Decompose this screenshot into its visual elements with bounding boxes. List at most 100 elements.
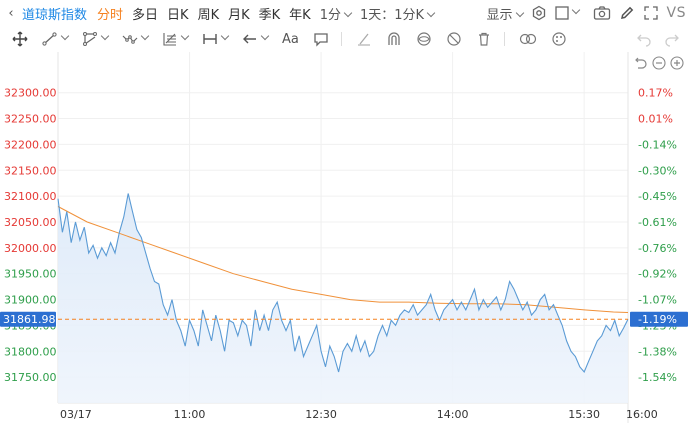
left-price-axis: 32300.00 32250.00 32200.00 32150.00 32100.00… [4, 87, 57, 384]
tab-monthly-k[interactable]: 月K [228, 4, 250, 23]
redo-icon[interactable] [664, 31, 680, 47]
interval-select[interactable]: 1分 [319, 4, 353, 23]
hide-drawings-tool[interactable] [416, 31, 432, 47]
tab-weekly-k[interactable]: 周K [198, 4, 220, 23]
right-percent-axis: 0.17% 0.01% -0.14% -0.30% -0.45% -0.61% -0.76%… [638, 87, 677, 384]
eraser-icon [357, 33, 370, 46]
y-tick-pct-label: 0.01% [638, 113, 673, 126]
undo-icon[interactable] [636, 31, 652, 47]
y-tick-label: 31950.00 [4, 268, 57, 281]
polyline-tool-icon [83, 32, 97, 46]
lock-drawings-tool[interactable] [446, 31, 462, 47]
current-pct-label: -1.19% [638, 313, 677, 326]
settings-icon[interactable] [531, 5, 547, 21]
square-icon [554, 6, 569, 20]
y-tick-pct-label: -0.76% [638, 242, 677, 255]
display-select-value: 显示 [486, 7, 513, 23]
comment-icon [314, 33, 328, 47]
y-tick-label: 32050.00 [4, 216, 57, 229]
pen-icon[interactable] [619, 5, 635, 21]
chevron-down-icon [343, 8, 353, 17]
chevron-down-icon [220, 31, 230, 41]
wave-tool-icon [122, 35, 138, 44]
tab-multi-day[interactable]: 多日 [132, 4, 158, 23]
topbar-right-tools: 显示 VS [487, 0, 686, 26]
magnet-tool[interactable] [386, 31, 402, 47]
y-tick-pct-label: -0.45% [638, 190, 677, 203]
layout-select[interactable] [554, 5, 580, 20]
chevron-down-icon [571, 5, 580, 15]
top-toolbar: ‹ 道琼斯指数 分时 多日 日K 周K 月K 季K 年K 1分 1天：1分K 显… [0, 0, 690, 26]
fullscreen-icon[interactable] [643, 5, 659, 21]
drawing-toolbar: Aa [0, 26, 690, 52]
measure-tool-icon [203, 34, 217, 44]
measure-tool[interactable] [202, 31, 230, 47]
y-tick-label: 31750.00 [4, 371, 57, 384]
fib-tool-icon [163, 33, 176, 46]
toolbar-divider [340, 32, 342, 46]
x-tick-label: 11:00 [174, 408, 206, 421]
y-tick-label: 32150.00 [4, 164, 57, 177]
polyline-tool[interactable] [82, 31, 110, 47]
wave-tool[interactable] [122, 31, 150, 47]
fib-tool[interactable] [162, 31, 190, 47]
chevron-down-icon [180, 31, 190, 41]
y-tick-pct-label: -1.07% [638, 294, 677, 307]
line-tool[interactable] [42, 31, 70, 47]
x-tick-label: 12:30 [305, 408, 337, 421]
y-tick-label: 32200.00 [4, 138, 57, 151]
y-tick-pct-label: -0.61% [638, 216, 677, 229]
comment-tool[interactable] [313, 31, 329, 47]
y-tick-label: 31800.00 [4, 345, 57, 358]
eraser-tool[interactable] [356, 31, 372, 47]
toolbar-divider [503, 32, 505, 46]
y-tick-pct-label: -1.54% [638, 371, 677, 384]
y-tick-label: 31900.00 [4, 294, 57, 307]
y-tick-pct-label: -0.30% [638, 164, 677, 177]
camera-icon[interactable] [593, 5, 611, 21]
x-tick-label: 03/17 [60, 408, 92, 421]
index-title: 道琼斯指数 [22, 7, 88, 23]
compare-vs-button[interactable]: VS [667, 5, 686, 21]
range-select[interactable]: 1天：1分K [360, 4, 436, 23]
chevron-down-icon [100, 31, 110, 41]
interval-select-value: 1分 [319, 7, 341, 23]
arrow-tool-icon [243, 34, 256, 44]
chevron-down-icon [426, 8, 436, 17]
chevron-down-icon [60, 31, 70, 41]
current-price-label: 31861.98 [3, 313, 56, 326]
theme-tool[interactable] [551, 31, 567, 47]
x-tick-label: 16:00 [626, 408, 658, 421]
y-tick-label: 32100.00 [4, 190, 57, 203]
time-axis: 03/17 11:00 12:30 14:00 15:30 16:00 [60, 408, 658, 421]
crosshair-icon [12, 31, 28, 47]
display-select[interactable]: 显示 [486, 4, 524, 23]
y-tick-label: 32300.00 [4, 87, 57, 100]
theme-icon [552, 32, 566, 46]
trash-icon [478, 32, 489, 46]
magnet-icon [388, 32, 400, 45]
y-tick-pct-label: -0.92% [638, 268, 677, 281]
y-tick-pct-label: -0.14% [638, 138, 677, 151]
compare-icon [519, 33, 536, 45]
visibility-off-icon [447, 32, 461, 46]
tab-fenshi[interactable]: 分时 [97, 4, 123, 23]
tab-quarterly-k[interactable]: 季K [259, 4, 281, 23]
intraday-chart[interactable]: 32300.00 32250.00 32200.00 32150.00 32100.00… [0, 52, 690, 436]
x-tick-label: 14:00 [437, 408, 469, 421]
compare-tool[interactable] [519, 31, 537, 47]
eye-hide-icon [417, 32, 431, 46]
text-tool[interactable]: Aa [282, 32, 299, 47]
y-tick-label: 32000.00 [4, 242, 57, 255]
arrow-tool[interactable] [242, 31, 270, 47]
tab-yearly-k[interactable]: 年K [289, 4, 311, 23]
line-tool-icon [42, 32, 57, 46]
tab-daily-k[interactable]: 日K [167, 4, 189, 23]
chevron-down-icon [140, 31, 150, 41]
chevron-left-icon[interactable]: ‹ [0, 6, 22, 21]
crosshair-tool[interactable] [12, 31, 28, 47]
text-tool-icon: Aa [282, 31, 299, 47]
y-tick-label: 32250.00 [4, 113, 57, 126]
delete-drawings-tool[interactable] [476, 31, 492, 47]
chevron-down-icon [260, 31, 270, 41]
